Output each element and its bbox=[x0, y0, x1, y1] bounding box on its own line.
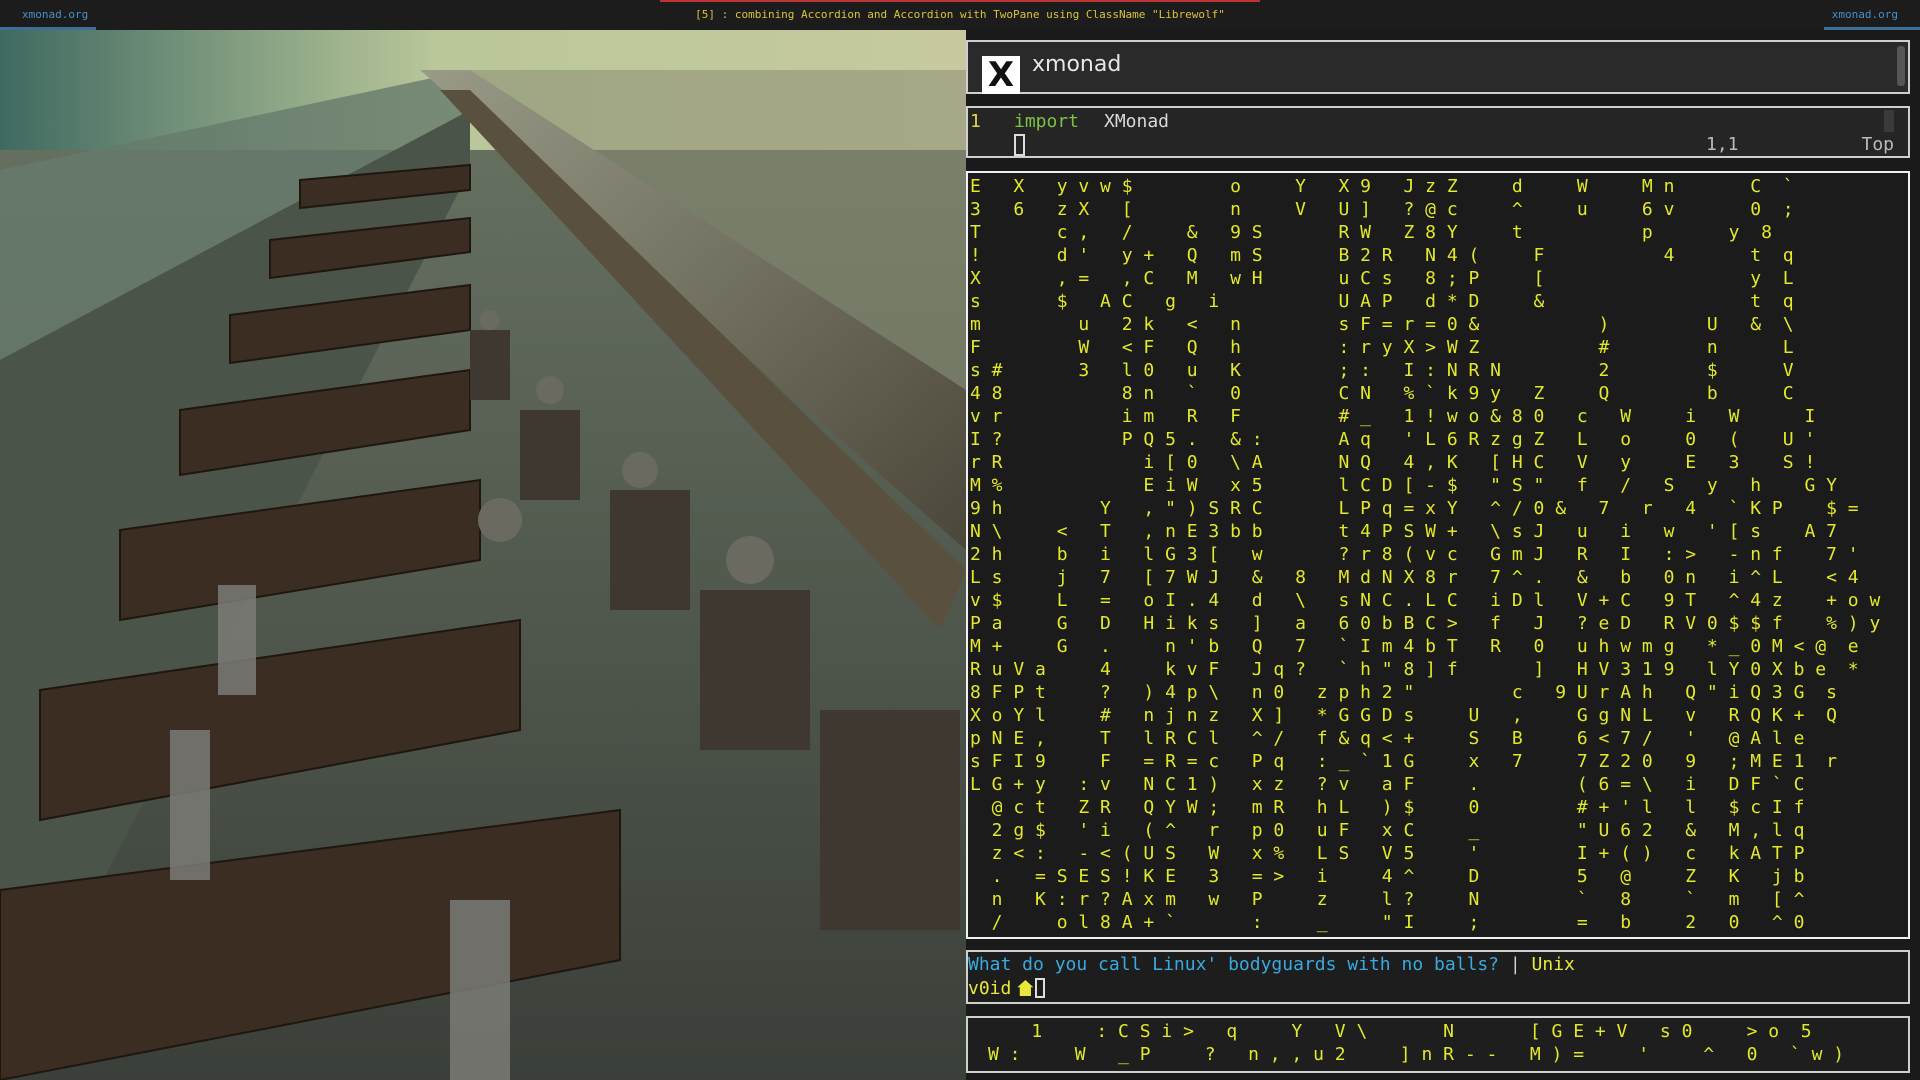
browser-scrollbar[interactable] bbox=[1897, 46, 1905, 86]
workspace-right-underline bbox=[1824, 27, 1920, 30]
browser-window[interactable]: X xmonad bbox=[966, 40, 1910, 94]
joke-separator: | bbox=[1509, 954, 1521, 975]
browser-page-title: xmonad bbox=[1032, 52, 1122, 77]
title-indicator-line bbox=[660, 0, 1260, 2]
prompt-user: v0id bbox=[968, 978, 1012, 999]
bottom-matrix-text: 1 : C S i > q Y V \ N [ G E + V s 0 > o … bbox=[988, 1021, 1845, 1065]
bottom-matrix-window[interactable]: 1 : C S i > q Y V \ N [ G E + V s 0 > o … bbox=[966, 1016, 1910, 1073]
workspace-right[interactable]: xmonad.org bbox=[1832, 8, 1898, 21]
shell-cursor bbox=[1035, 978, 1046, 998]
status-bar: xmonad.org [5] : combining Accordion and… bbox=[0, 0, 1920, 30]
desktop-wallpaper bbox=[0, 30, 966, 1080]
editor-cursor bbox=[1014, 134, 1025, 156]
editor-cursor-position: 1,1 bbox=[1706, 134, 1739, 155]
window-title: [5] : combining Accordion and Accordion … bbox=[695, 8, 1225, 21]
editor-scroll-position: Top bbox=[1861, 134, 1894, 155]
matrix-terminal-window[interactable]: E X y v w $ o Y X 9 J z Z d W M n C ` 3 … bbox=[966, 171, 1910, 939]
editor-line-number: 1 bbox=[970, 111, 981, 132]
xmonad-logo-icon: X bbox=[982, 56, 1020, 94]
shell-output-line: What do you call Linux' bodyguards with … bbox=[968, 954, 1575, 975]
home-icon bbox=[1017, 980, 1034, 996]
editor-module-name: XMonad bbox=[1104, 111, 1170, 132]
joke-answer: Unix bbox=[1531, 954, 1575, 975]
joke-question: What do you call Linux' bodyguards with … bbox=[968, 954, 1500, 975]
shell-prompt[interactable]: v0id bbox=[968, 978, 1046, 999]
matrix-rain-text: E X y v w $ o Y X 9 J z Z d W M n C ` 3 … bbox=[970, 176, 1881, 933]
railway-track-image bbox=[0, 30, 966, 1080]
editor-keyword: import bbox=[1014, 111, 1080, 132]
editor-window[interactable]: 1 import XMonad 1,1 Top bbox=[966, 106, 1910, 158]
editor-scrollbar[interactable] bbox=[1884, 110, 1894, 132]
shell-terminal-window[interactable]: What do you call Linux' bodyguards with … bbox=[966, 950, 1910, 1004]
